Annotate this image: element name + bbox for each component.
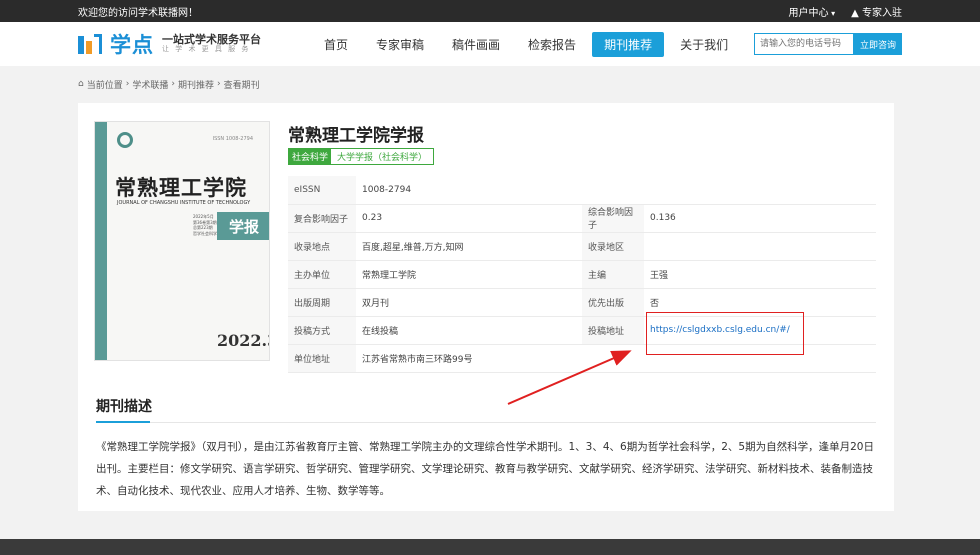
annotation-highlight-box bbox=[646, 312, 804, 355]
phone-input[interactable] bbox=[753, 33, 854, 55]
nav-search-report[interactable]: 检索报告 bbox=[516, 32, 588, 57]
info-label: 收录地区 bbox=[582, 232, 644, 261]
cover-title-en: JOURNAL OF CHANGSHU INSTITUTE OF TECHNOL… bbox=[117, 200, 251, 206]
info-value bbox=[644, 232, 876, 261]
footer-bar bbox=[0, 539, 980, 555]
table-row: 收录地点 百度,超星,维普,万方,知网 收录地区 bbox=[288, 232, 876, 261]
info-value: 常熟理工学院 bbox=[356, 260, 582, 289]
info-label: 投稿地址 bbox=[582, 316, 644, 345]
slogan-line2: 让 学 术 更 具 服 务 bbox=[162, 45, 251, 54]
nav-expert-review[interactable]: 专家审稿 bbox=[364, 32, 436, 57]
info-label: 出版周期 bbox=[288, 288, 356, 317]
info-value: 在线投稿 bbox=[356, 316, 582, 345]
info-label: 优先出版 bbox=[582, 288, 644, 317]
info-value: 1008-2794 bbox=[356, 176, 876, 205]
info-label: 投稿方式 bbox=[288, 316, 356, 345]
info-label: 收录地点 bbox=[288, 232, 356, 261]
info-label: 主办单位 bbox=[288, 260, 356, 289]
cover-emblem-icon bbox=[117, 132, 133, 148]
info-label: eISSN bbox=[288, 176, 356, 205]
info-value: 0.23 bbox=[356, 204, 582, 233]
info-value: 王强 bbox=[644, 260, 876, 289]
location-icon: ⌂ bbox=[78, 79, 84, 89]
breadcrumb-link-journals[interactable]: 期刊推荐 bbox=[178, 78, 214, 91]
info-value: 百度,超星,维普,万方,知网 bbox=[356, 232, 582, 261]
cover-volume: 2022年5月 第36卷第3期 总第223期 哲学社会科学 bbox=[193, 214, 217, 236]
cover-year: 2022.3 bbox=[217, 331, 269, 350]
description-heading: 期刊描述 bbox=[96, 399, 152, 415]
journal-title: 常熟理工学院学报 bbox=[288, 126, 424, 146]
breadcrumb-view: 查看期刊 bbox=[223, 80, 260, 91]
logo-slogan: 一站式学术服务平台 让 学 术 更 具 服 务 bbox=[162, 34, 261, 54]
logo-icon bbox=[78, 32, 106, 56]
logo[interactable]: 学点 一站式学术服务平台 让 学 术 更 具 服 务 bbox=[78, 29, 310, 59]
breadcrumb-link-home[interactable]: 学术联播 bbox=[132, 78, 168, 91]
breadcrumb-current-label: 当前位置 bbox=[86, 80, 123, 91]
info-label: 主编 bbox=[582, 260, 644, 289]
journal-card: ISSN 1008-2794 常熟理工学院 JOURNAL OF CHANGSH… bbox=[78, 103, 894, 511]
journal-description: 《常熟理工学院学报》（双月刊），是由江苏省教育厅主管、常熟理工学院主办的文理综合… bbox=[96, 441, 874, 497]
site-header: 学点 一站式学术服务平台 让 学 术 更 具 服 务 首页 专家审稿 稿件画画 … bbox=[0, 22, 980, 66]
user-icon: ▲ bbox=[851, 7, 859, 19]
breadcrumb-sep: › bbox=[216, 79, 221, 89]
cover-issn: ISSN 1008-2794 bbox=[212, 136, 253, 142]
breadcrumb-sep: › bbox=[171, 79, 175, 89]
cover-title: 常熟理工学院 bbox=[115, 175, 247, 200]
nav-home[interactable]: 首页 bbox=[312, 32, 360, 57]
journal-cover-image: ISSN 1008-2794 常熟理工学院 JOURNAL OF CHANGSH… bbox=[94, 121, 270, 361]
expert-login-label: 专家入驻 bbox=[862, 7, 902, 19]
consult-button[interactable]: 立即咨询 bbox=[853, 33, 902, 55]
table-row: 复合影响因子 0.23 综合影响因子 0.136 bbox=[288, 204, 876, 233]
topbar: 欢迎您的访问学术联播网！ 用户中心 ▲ 专家入驻 bbox=[0, 0, 980, 22]
info-label: 单位地址 bbox=[288, 344, 356, 373]
welcome-text: 欢迎您的访问学术联播网！ bbox=[78, 7, 198, 19]
nav-about[interactable]: 关于我们 bbox=[668, 32, 740, 57]
breadcrumb-sep: › bbox=[125, 79, 130, 89]
info-value: 双月刊 bbox=[356, 288, 582, 317]
info-value: 0.136 bbox=[644, 204, 876, 233]
topbar-right: 用户中心 ▲ 专家入驻 bbox=[789, 4, 902, 19]
cover-xuebao: 学报 bbox=[217, 212, 269, 240]
table-row: eISSN 1008-2794 bbox=[288, 176, 876, 205]
cover-vol-line: 哲学社会科学 bbox=[193, 230, 217, 236]
logo-name: 学点 bbox=[110, 33, 154, 57]
info-label: 综合影响因子 bbox=[582, 204, 644, 233]
main-nav: 首页 专家审稿 稿件画画 检索报告 期刊推荐 关于我们 bbox=[310, 31, 754, 57]
info-label: 复合影响因子 bbox=[288, 204, 356, 233]
cover-vol-line: 2022年5月 bbox=[193, 214, 214, 219]
tag-subcategory: 大学学报（社会科学） bbox=[337, 153, 428, 163]
expert-login-link[interactable]: ▲ 专家入驻 bbox=[851, 4, 902, 19]
breadcrumb: ⌂ 当前位置 › 学术联播 › 期刊推荐 › 查看期刊 bbox=[0, 66, 980, 102]
tag-discipline: 社会科学 bbox=[289, 149, 332, 164]
user-center-menu[interactable]: 用户中心 bbox=[789, 4, 836, 19]
table-row: 主办单位 常熟理工学院 主编 王强 bbox=[288, 260, 876, 289]
consult-form: 立即咨询 bbox=[753, 33, 902, 55]
nav-journal-recommend[interactable]: 期刊推荐 bbox=[592, 31, 665, 57]
section-divider bbox=[96, 421, 876, 423]
nav-manuscript[interactable]: 稿件画画 bbox=[440, 32, 512, 57]
cover-spine bbox=[95, 122, 107, 360]
journal-category-tag: 社会科学 大学学报（社会科学） bbox=[288, 148, 435, 165]
